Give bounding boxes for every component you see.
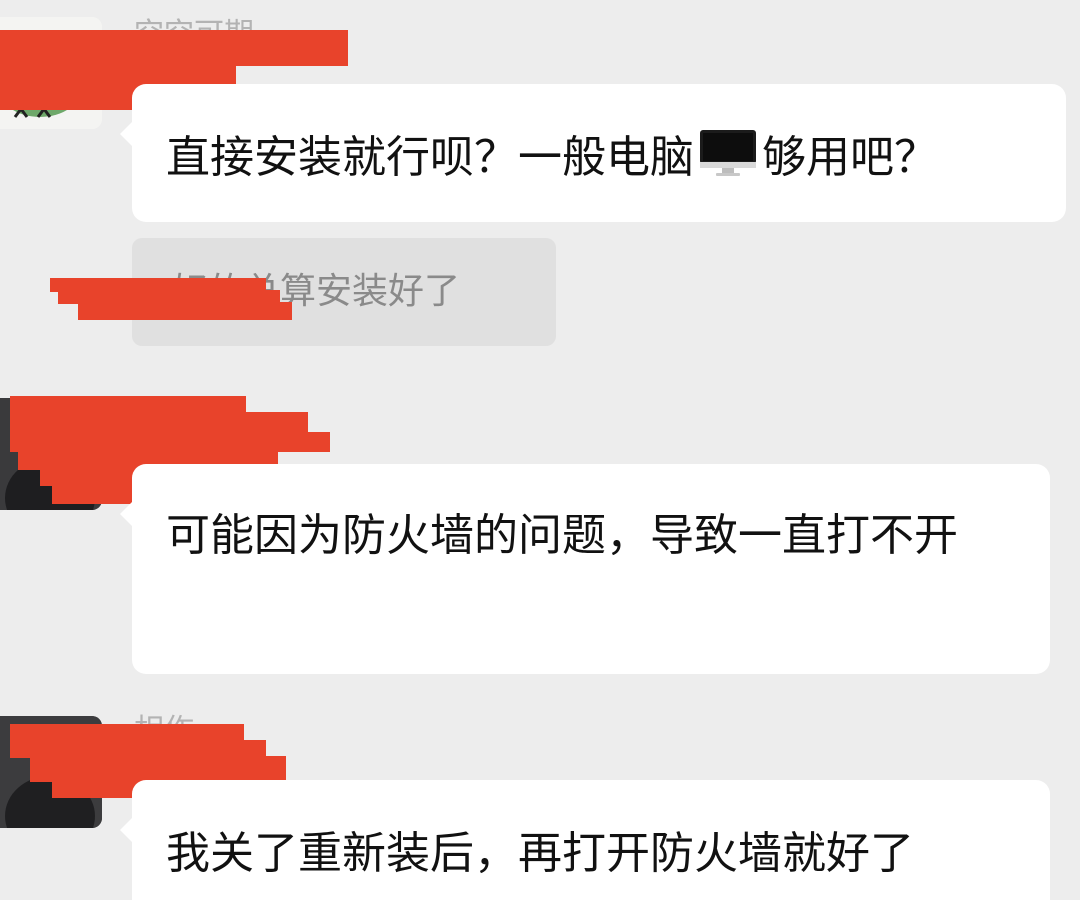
monitor-icon	[698, 128, 758, 178]
redaction-mark	[30, 756, 286, 782]
message-text: 我关了重新装后，再打开防火墙就好了	[166, 828, 914, 879]
message-bubble[interactable]: 可能因为防火墙的问题，导致一直打不开	[120, 464, 1050, 674]
redaction-mark	[10, 396, 246, 412]
redaction-mark	[10, 432, 330, 452]
redaction-mark	[10, 412, 308, 434]
message-bubble[interactable]: 我关了重新装后，再打开防火墙就好了	[120, 780, 1050, 900]
message-bubble[interactable]: 直接安装就行呗？一般电脑 够用吧？	[120, 84, 1066, 222]
message-text: 够用吧？	[762, 132, 938, 183]
redaction-mark	[0, 30, 348, 66]
chat-window: 空空可期 直接安装就行呗？一般电脑够用吧？ 好的总算安装好了 可能因为防火墙的问…	[0, 0, 1080, 900]
message-text: 直接安装就行呗？一般电脑	[166, 132, 694, 183]
message-text: 可能因为防火墙的问题，导致一直打不开	[166, 510, 958, 561]
redaction-mark	[78, 302, 292, 320]
